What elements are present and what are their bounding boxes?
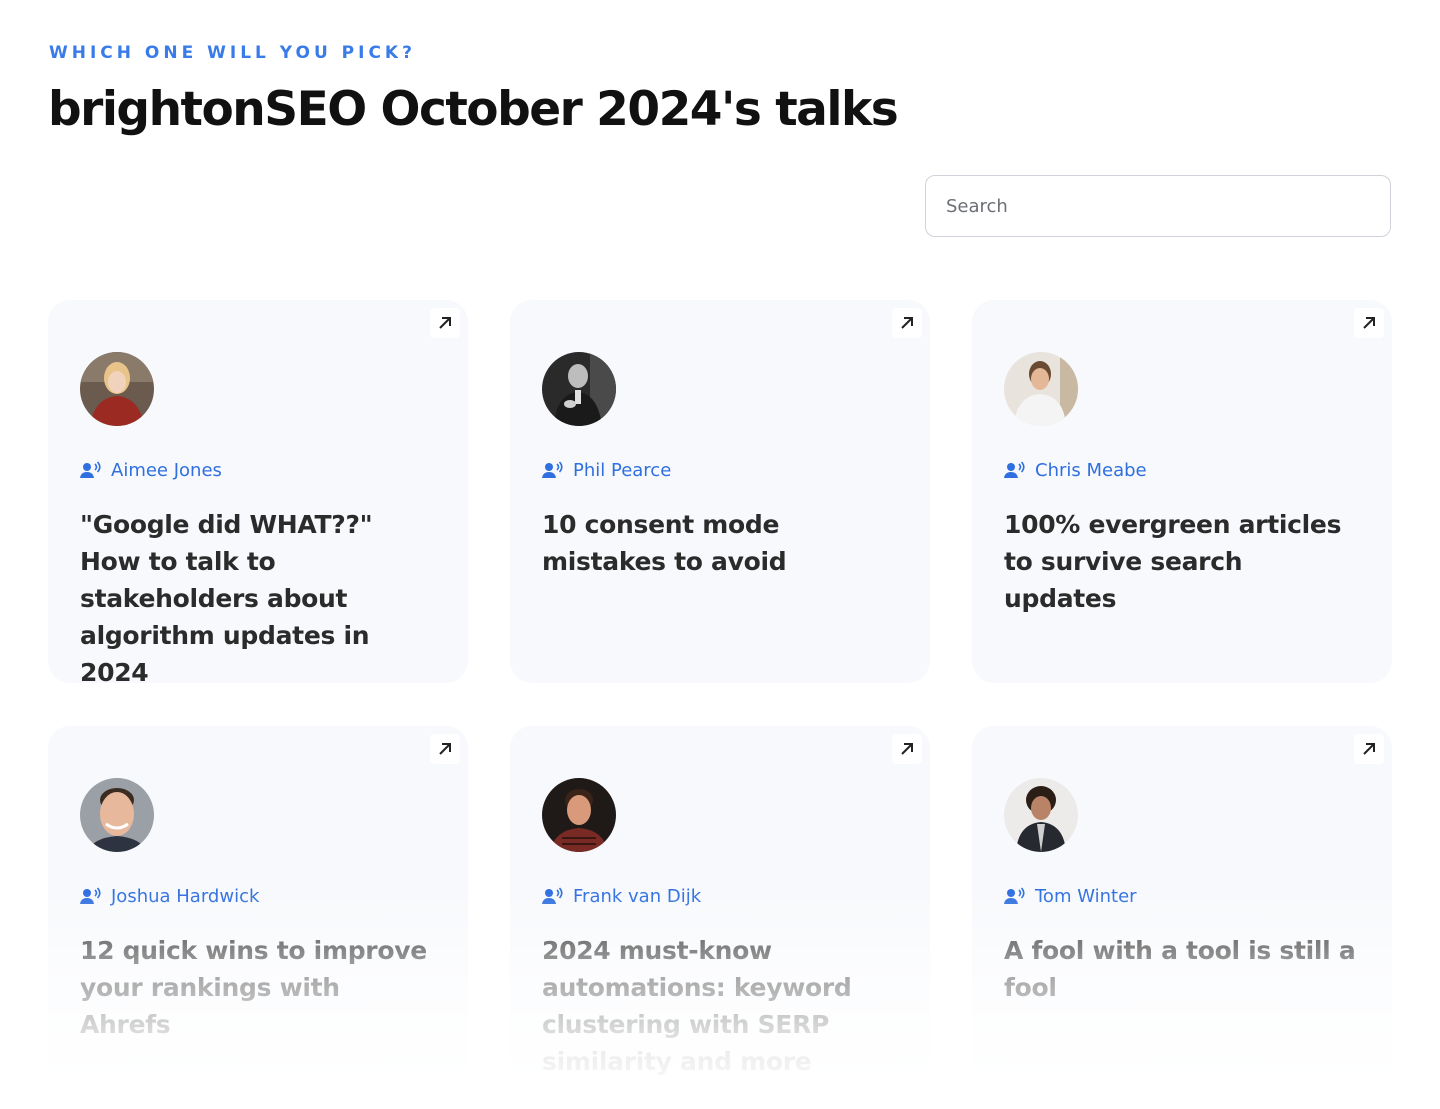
eyebrow-label: WHICH ONE WILL YOU PICK?	[49, 43, 416, 63]
speaker-row[interactable]: Tom Winter	[1004, 884, 1360, 908]
talk-card[interactable]: Chris Meabe 100% evergreen articles to s…	[972, 300, 1392, 683]
arrow-up-right-icon	[1363, 743, 1375, 755]
talks-grid: Aimee Jones "Google did WHAT??" How to t…	[48, 300, 1392, 1109]
speaker-avatar	[80, 352, 154, 426]
open-talk-button[interactable]	[892, 734, 922, 764]
speaker-icon	[80, 887, 102, 905]
speaker-name[interactable]: Aimee Jones	[111, 460, 222, 481]
speaker-name[interactable]: Frank van Dijk	[573, 886, 701, 907]
talk-card[interactable]: Joshua Hardwick 12 quick wins to improve…	[48, 726, 468, 1109]
talk-card[interactable]: Tom Winter A fool with a tool is still a…	[972, 726, 1392, 1109]
speaker-name[interactable]: Joshua Hardwick	[111, 886, 259, 907]
open-talk-button[interactable]	[1354, 734, 1384, 764]
speaker-row[interactable]: Aimee Jones	[80, 458, 436, 482]
open-talk-button[interactable]	[892, 308, 922, 338]
speaker-avatar	[1004, 352, 1078, 426]
search-input[interactable]	[926, 176, 1390, 236]
arrow-up-right-icon	[901, 317, 913, 329]
speaker-icon	[1004, 461, 1026, 479]
speaker-avatar	[1004, 778, 1078, 852]
speaker-row[interactable]: Phil Pearce	[542, 458, 898, 482]
talk-title[interactable]: 2024 must-know automations: keyword clus…	[542, 932, 898, 1080]
arrow-up-right-icon	[901, 743, 913, 755]
speaker-name[interactable]: Tom Winter	[1035, 886, 1137, 907]
speaker-name[interactable]: Chris Meabe	[1035, 460, 1147, 481]
talk-title[interactable]: "Google did WHAT??" How to talk to stake…	[80, 506, 436, 691]
talk-title[interactable]: 100% evergreen articles to survive searc…	[1004, 506, 1360, 617]
talk-title[interactable]: A fool with a tool is still a fool	[1004, 932, 1360, 1006]
speaker-icon	[542, 887, 564, 905]
talk-title[interactable]: 10 consent mode mistakes to avoid	[542, 506, 898, 580]
talk-card[interactable]: Aimee Jones "Google did WHAT??" How to t…	[48, 300, 468, 687]
arrow-up-right-icon	[1363, 317, 1375, 329]
page-title: brightonSEO October 2024's talks	[48, 82, 899, 137]
open-talk-button[interactable]	[1354, 308, 1384, 338]
arrow-up-right-icon	[439, 317, 451, 329]
speaker-row[interactable]: Joshua Hardwick	[80, 884, 436, 908]
arrow-up-right-icon	[439, 743, 451, 755]
open-talk-button[interactable]	[430, 734, 460, 764]
speaker-avatar	[542, 778, 616, 852]
talk-card[interactable]: Phil Pearce 10 consent mode mistakes to …	[510, 300, 930, 683]
speaker-row[interactable]: Frank van Dijk	[542, 884, 898, 908]
talk-title[interactable]: 12 quick wins to improve your rankings w…	[80, 932, 436, 1043]
speaker-row[interactable]: Chris Meabe	[1004, 458, 1360, 482]
speaker-name[interactable]: Phil Pearce	[573, 460, 671, 481]
open-talk-button[interactable]	[430, 308, 460, 338]
speaker-avatar	[542, 352, 616, 426]
talk-card[interactable]: Frank van Dijk 2024 must-know automation…	[510, 726, 930, 1109]
speaker-avatar	[80, 778, 154, 852]
speaker-icon	[1004, 887, 1026, 905]
search-box[interactable]	[925, 175, 1391, 237]
speaker-icon	[80, 461, 102, 479]
speaker-icon	[542, 461, 564, 479]
